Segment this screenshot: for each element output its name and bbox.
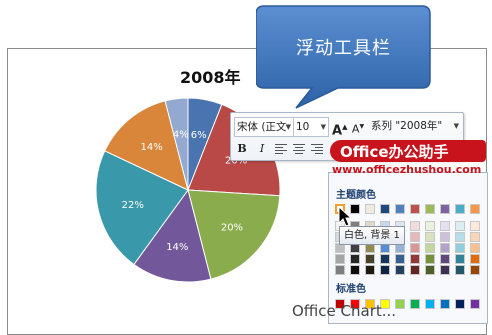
- theme-color-swatch[interactable]: [380, 204, 390, 214]
- pie-data-label: 22%: [122, 200, 144, 211]
- theme-shade-swatch[interactable]: [410, 221, 420, 231]
- theme-color-swatch[interactable]: [365, 204, 375, 214]
- callout-text: 浮动工具栏: [296, 38, 391, 59]
- align-right-icon[interactable]: [311, 142, 325, 155]
- theme-shade-swatch[interactable]: [425, 254, 435, 264]
- font-name-value: 宋体 (正文: [237, 121, 287, 133]
- standard-color-swatch[interactable]: [440, 299, 450, 309]
- font-size-dropdown[interactable]: 10 ▼: [293, 117, 329, 137]
- standard-color-swatch[interactable]: [410, 299, 420, 309]
- theme-color-swatch[interactable]: [410, 204, 420, 214]
- theme-shade-swatch[interactable]: [350, 265, 360, 275]
- theme-shade-swatch[interactable]: [455, 232, 465, 242]
- theme-shade-swatch[interactable]: [425, 265, 435, 275]
- theme-shade-swatch[interactable]: [455, 265, 465, 275]
- theme-shade-swatch[interactable]: [470, 265, 480, 275]
- theme-shade-swatch[interactable]: [455, 243, 465, 253]
- theme-shade-swatch[interactable]: [470, 243, 480, 253]
- standard-color-swatch[interactable]: [425, 299, 435, 309]
- pie-data-label: 6%: [191, 130, 207, 141]
- watermark-brand: Office办公助手: [340, 143, 449, 161]
- theme-shade-swatch[interactable]: [410, 232, 420, 242]
- theme-shade-swatch[interactable]: [425, 243, 435, 253]
- theme-shade-swatch[interactable]: [335, 254, 345, 264]
- theme-colors-header: 主题颜色: [336, 190, 376, 201]
- theme-shade-swatch[interactable]: [470, 254, 480, 264]
- chevron-down-icon: ▼: [285, 123, 291, 131]
- mouse-cursor-icon: [338, 206, 353, 227]
- theme-shade-swatch[interactable]: [380, 265, 390, 275]
- theme-shade-swatch[interactable]: [440, 232, 450, 242]
- theme-shade-swatch[interactable]: [410, 243, 420, 253]
- theme-color-swatch[interactable]: [395, 204, 405, 214]
- theme-shade-swatch[interactable]: [440, 265, 450, 275]
- theme-color-swatch[interactable]: [455, 204, 465, 214]
- theme-shade-swatch[interactable]: [470, 221, 480, 231]
- theme-shade-swatch[interactable]: [410, 254, 420, 264]
- series-select[interactable]: 系列 "2008年" ▼: [369, 117, 461, 135]
- theme-shade-swatch[interactable]: [425, 232, 435, 242]
- align-left-icon[interactable]: [275, 142, 289, 155]
- theme-shade-swatch[interactable]: [365, 254, 375, 264]
- theme-shade-swatch[interactable]: [455, 254, 465, 264]
- chevron-down-icon: ▼: [453, 122, 459, 130]
- watermark-url: www.officezhushou.com: [332, 163, 482, 176]
- standard-color-swatch[interactable]: [470, 299, 480, 309]
- chevron-down-icon: ▼: [320, 123, 326, 131]
- italic-button[interactable]: I: [255, 140, 269, 158]
- theme-shade-swatch[interactable]: [440, 221, 450, 231]
- theme-shade-swatch[interactable]: [335, 265, 345, 275]
- theme-color-swatch[interactable]: [440, 204, 450, 214]
- grow-font-icon: A: [332, 123, 343, 139]
- pie-data-label: 20%: [221, 222, 243, 233]
- bottom-caption: Office Chart...: [292, 302, 397, 320]
- theme-shade-swatch[interactable]: [395, 265, 405, 275]
- standard-color-swatch[interactable]: [395, 299, 405, 309]
- align-center-icon[interactable]: [293, 142, 307, 155]
- theme-shade-swatch[interactable]: [440, 254, 450, 264]
- pie-data-label: 14%: [166, 242, 188, 253]
- series-select-value: 系列 "2008年": [371, 120, 443, 132]
- theme-shade-swatch[interactable]: [395, 254, 405, 264]
- theme-shade-swatch[interactable]: [425, 221, 435, 231]
- theme-shade-swatch[interactable]: [350, 254, 360, 264]
- standard-colors-header: 标准色: [336, 284, 366, 295]
- theme-shade-swatch[interactable]: [470, 232, 480, 242]
- standard-color-swatch[interactable]: [455, 299, 465, 309]
- theme-shade-swatch[interactable]: [380, 254, 390, 264]
- theme-color-swatch[interactable]: [470, 204, 480, 214]
- pie-data-label: 14%: [141, 142, 163, 153]
- font-size-value: 10: [296, 121, 310, 133]
- theme-shade-swatch[interactable]: [440, 243, 450, 253]
- theme-shade-swatch[interactable]: [455, 221, 465, 231]
- pie-data-label: 4%: [173, 129, 189, 140]
- theme-shade-swatch[interactable]: [365, 265, 375, 275]
- bold-button[interactable]: B: [235, 140, 249, 158]
- font-name-dropdown[interactable]: 宋体 (正文 ▼: [234, 117, 294, 137]
- shrink-font-button[interactable]: A▼: [351, 118, 365, 136]
- theme-color-swatch[interactable]: [425, 204, 435, 214]
- theme-shade-swatch[interactable]: [410, 265, 420, 275]
- grow-font-button[interactable]: A▲: [332, 118, 347, 139]
